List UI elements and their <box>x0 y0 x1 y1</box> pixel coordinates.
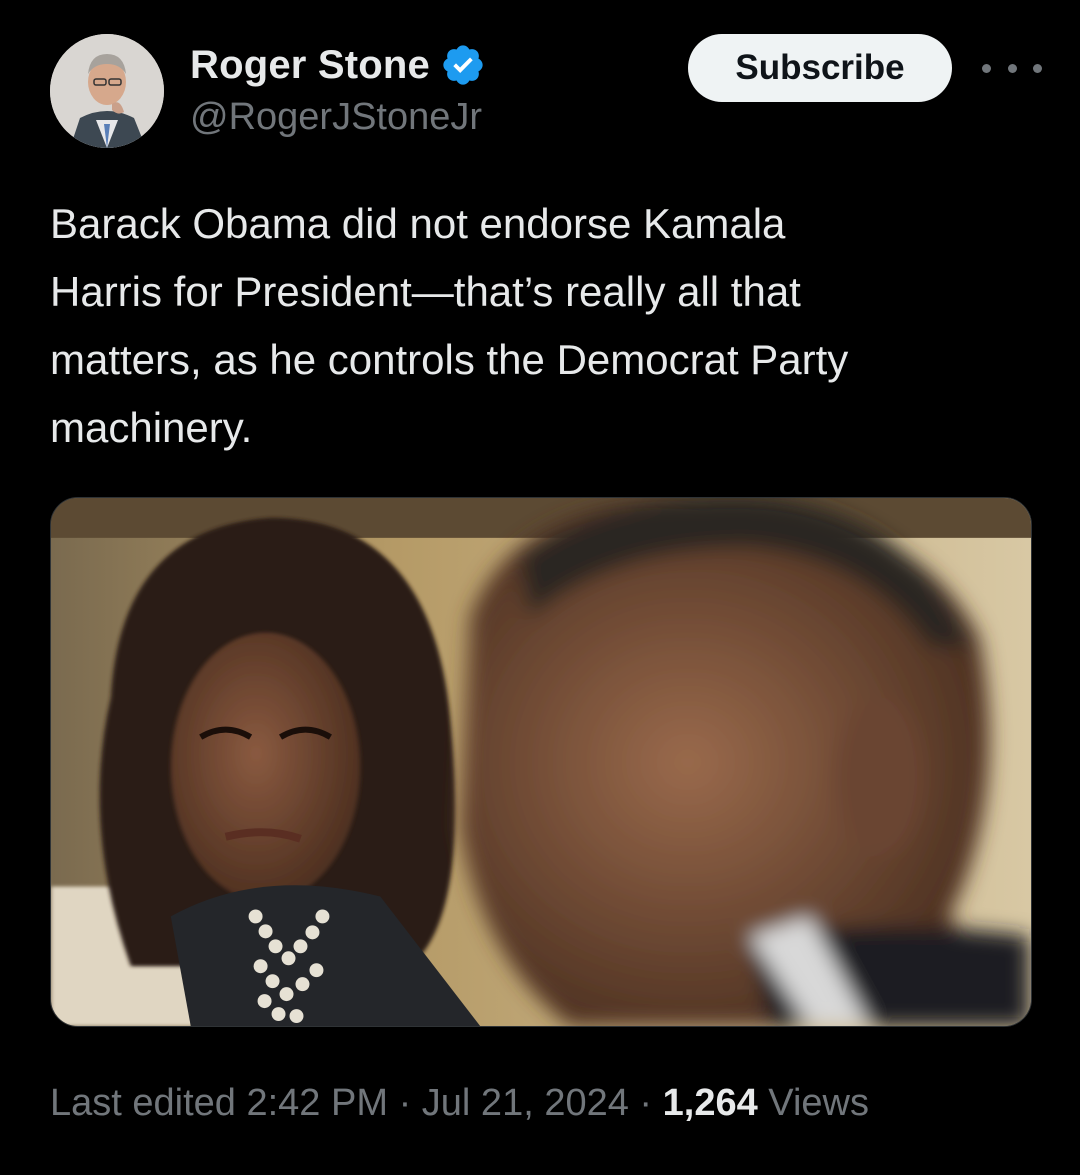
separator: · <box>639 1082 653 1124</box>
avatar[interactable] <box>50 34 164 148</box>
edited-label[interactable]: Last edited <box>50 1082 236 1124</box>
verified-badge-icon <box>440 42 486 88</box>
tweet-date[interactable]: Jul 21, 2024 <box>422 1082 629 1124</box>
views-count: 1,264 <box>662 1082 758 1124</box>
dot <box>1007 63 1017 73</box>
tweet-time[interactable]: 2:42 PM <box>246 1082 388 1124</box>
tweet-header: Roger Stone @RogerJStoneJr Subscribe <box>50 34 1042 154</box>
tweet-meta: Last edited 2:42 PM · Jul 21, 2024 · 1,2… <box>50 1082 1060 1125</box>
tweet-media-image[interactable] <box>50 497 1032 1027</box>
tweet-text: Barack Obama did not endorse Kamala Harr… <box>50 200 849 451</box>
photo <box>51 498 1031 1026</box>
author-handle[interactable]: @RogerJStoneJr <box>190 96 486 139</box>
subscribe-button[interactable]: Subscribe <box>688 34 952 102</box>
separator: · <box>398 1082 412 1124</box>
dot <box>1033 63 1042 73</box>
more-horizontal-icon[interactable] <box>982 56 1042 80</box>
dot <box>982 63 991 73</box>
author-info[interactable]: Roger Stone @RogerJStoneJr <box>190 42 486 139</box>
views-label: Views <box>768 1082 869 1124</box>
avatar-photo <box>50 34 164 148</box>
tweet: Roger Stone @RogerJStoneJr Subscribe Bar… <box>0 0 1080 1175</box>
display-name[interactable]: Roger Stone <box>190 43 430 88</box>
